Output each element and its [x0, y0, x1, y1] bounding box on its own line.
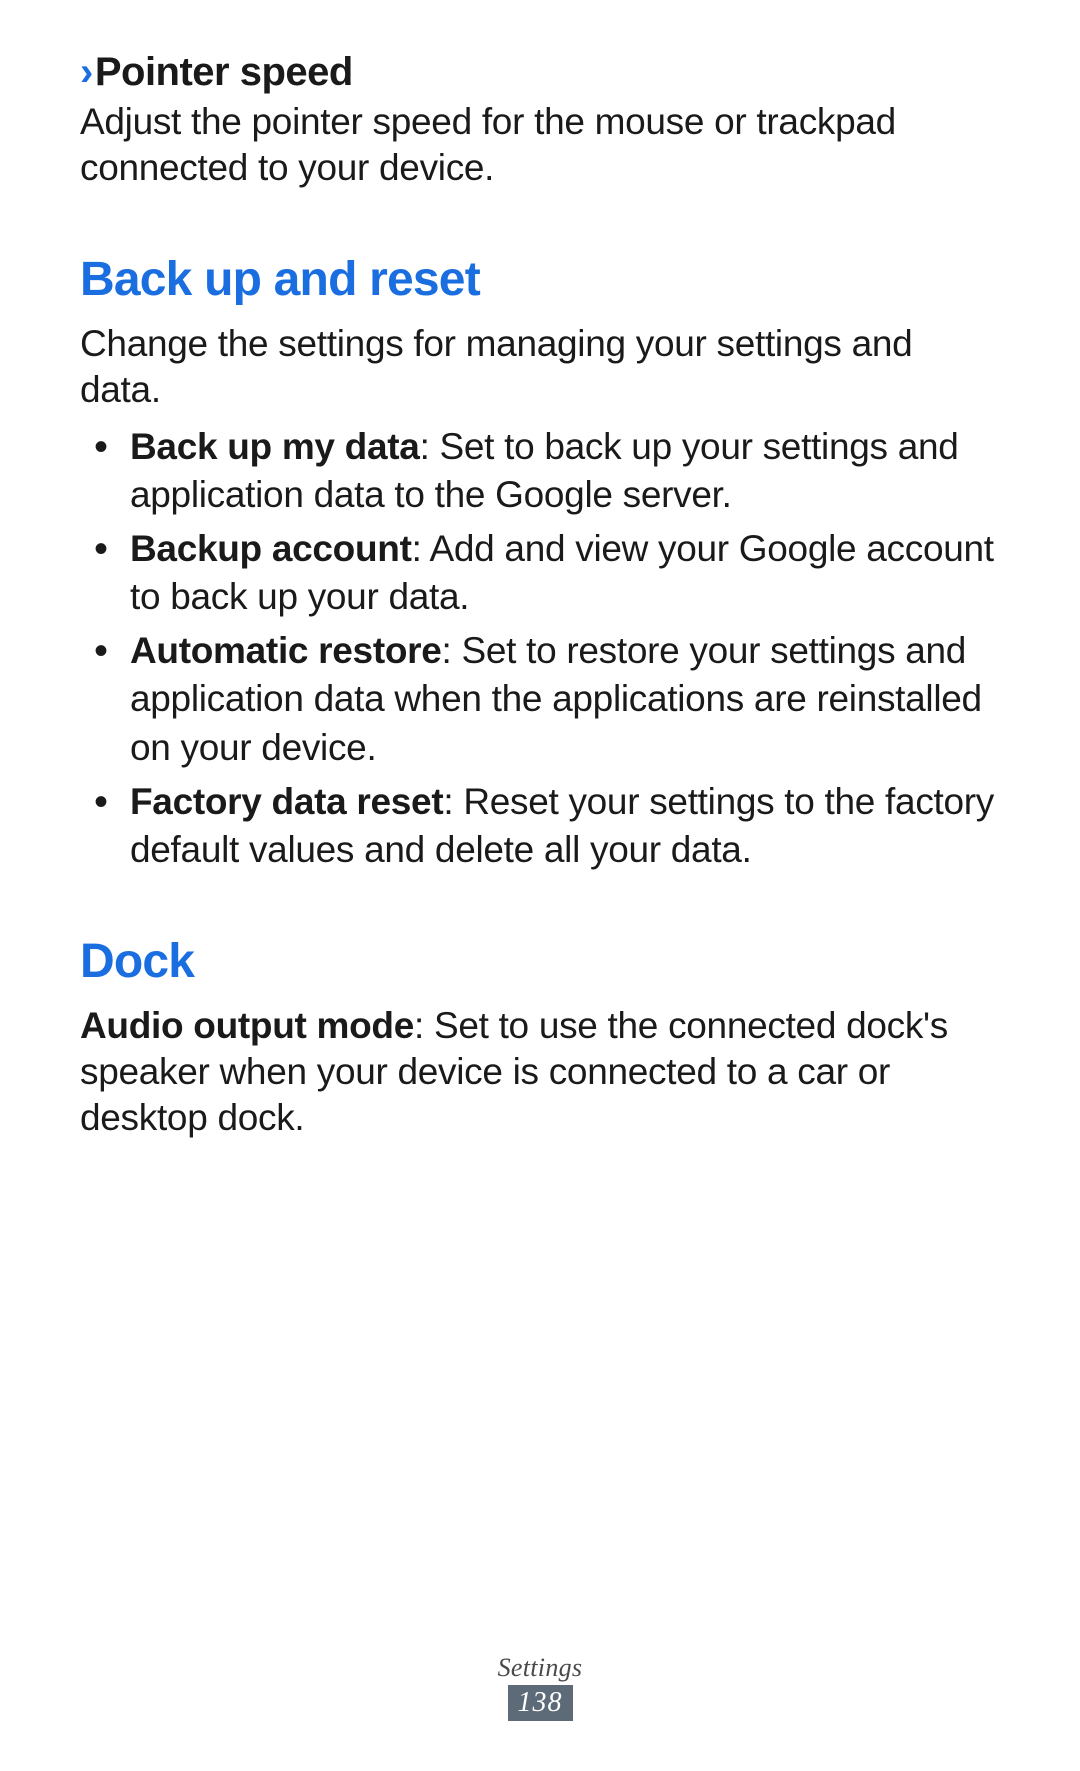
pointer-speed-heading-text: Pointer speed	[95, 50, 353, 94]
list-item-term: Factory data reset	[130, 781, 443, 822]
list-item: Back up my data: Set to back up your set…	[80, 423, 1000, 519]
pointer-speed-heading: ›Pointer speed	[80, 50, 1000, 95]
backup-reset-section: Back up and reset Change the settings fo…	[80, 252, 1000, 874]
list-item: Automatic restore: Set to restore your s…	[80, 627, 1000, 771]
list-item: Factory data reset: Reset your settings …	[80, 778, 1000, 874]
chevron-right-icon: ›	[80, 50, 93, 94]
pointer-speed-section: ›Pointer speed Adjust the pointer speed …	[80, 50, 1000, 192]
dock-heading: Dock	[80, 934, 1000, 989]
dock-term: Audio output mode	[80, 1005, 414, 1046]
backup-reset-intro: Change the settings for managing your se…	[80, 321, 1000, 414]
list-item-term: Automatic restore	[130, 630, 442, 671]
manual-page: ›Pointer speed Adjust the pointer speed …	[0, 0, 1080, 1771]
footer-section-label: Settings	[0, 1653, 1080, 1683]
list-item-term: Backup account	[130, 528, 412, 569]
backup-reset-list: Back up my data: Set to back up your set…	[80, 423, 1000, 874]
list-item-term: Back up my data	[130, 426, 420, 467]
page-footer: Settings 138	[0, 1653, 1080, 1721]
dock-body: Audio output mode: Set to use the connec…	[80, 1003, 1000, 1142]
backup-reset-heading: Back up and reset	[80, 252, 1000, 307]
list-item: Backup account: Add and view your Google…	[80, 525, 1000, 621]
pointer-speed-body: Adjust the pointer speed for the mouse o…	[80, 99, 1000, 192]
dock-section: Dock Audio output mode: Set to use the c…	[80, 934, 1000, 1142]
page-number-badge: 138	[508, 1685, 573, 1721]
